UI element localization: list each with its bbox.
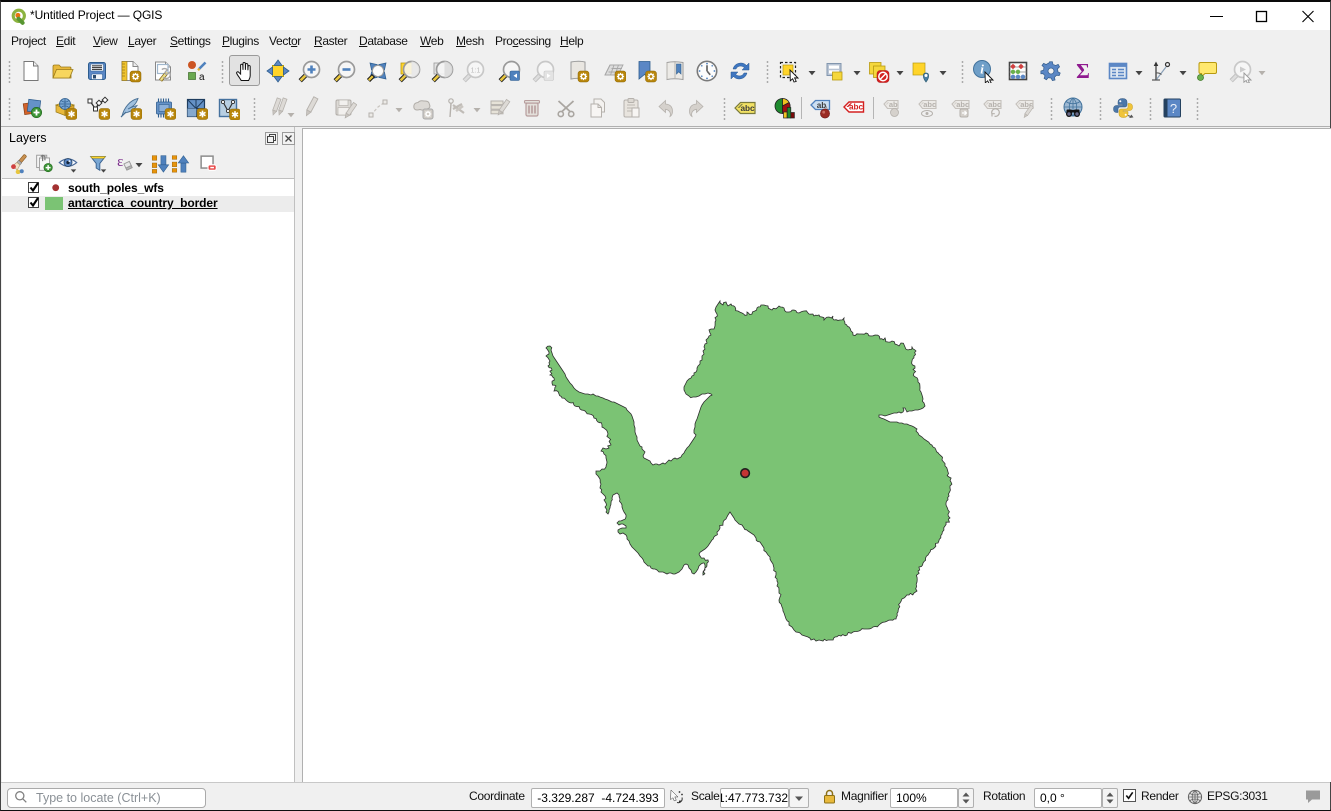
svg-text:i: i	[980, 62, 984, 77]
svg-text:ab: ab	[817, 101, 827, 110]
svg-text:abc: abc	[956, 100, 969, 109]
svg-text:?: ?	[1170, 101, 1177, 116]
svg-text:a: a	[199, 72, 205, 83]
svg-text:ab: ab	[889, 100, 898, 109]
svg-text:abc: abc	[849, 103, 864, 112]
svg-text:abc: abc	[740, 104, 755, 113]
svg-text:abc: abc	[923, 100, 936, 109]
svg-text:Σ: Σ	[1076, 59, 1090, 83]
svg-text:abc: abc	[988, 100, 1001, 109]
svg-text:ε: ε	[117, 154, 123, 170]
svg-text:1:1: 1:1	[471, 68, 481, 75]
